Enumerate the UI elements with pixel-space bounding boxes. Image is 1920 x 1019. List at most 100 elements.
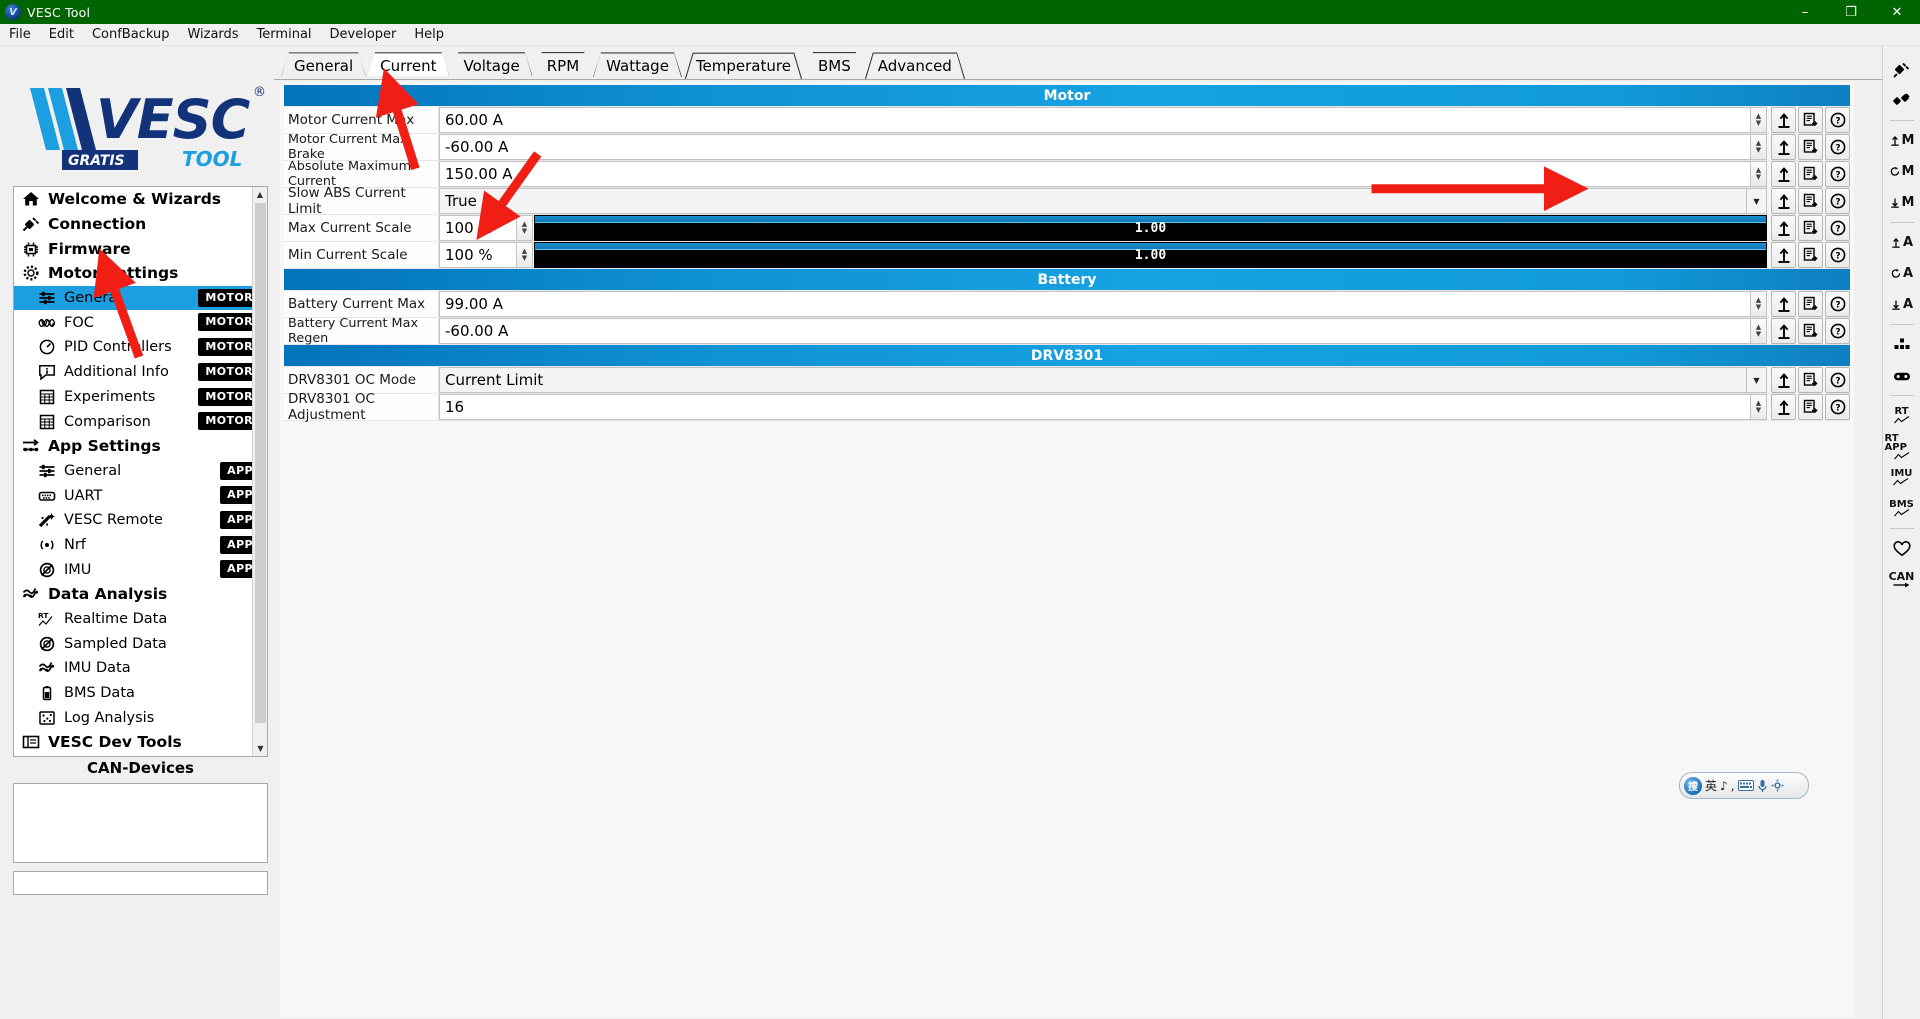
- toolbar-read-motor-config[interactable]: M: [1885, 187, 1919, 218]
- close-button[interactable]: ✕: [1874, 0, 1920, 24]
- sidebar-item-realtime-data[interactable]: RTRealtime Data: [14, 607, 267, 632]
- vertical-toolbar[interactable]: MMMAAARTRT APPIMUBMSCAN: [1882, 46, 1920, 1019]
- toolbar-write-app-config[interactable]: A: [1885, 227, 1919, 258]
- ime-punct-icon[interactable]: ,: [1731, 779, 1735, 793]
- sidebar-item-foc[interactable]: FOCMOTOR: [14, 310, 267, 335]
- spinner-buttons[interactable]: ▲▼: [517, 242, 533, 268]
- read-button[interactable]: [1798, 215, 1823, 241]
- parameter-input[interactable]: 16: [439, 394, 1751, 420]
- parameter-slider[interactable]: 1.00: [534, 242, 1767, 268]
- sidebar-item-comparison[interactable]: ComparisonMOTOR: [14, 409, 267, 434]
- spinner-down-icon[interactable]: ▼: [522, 228, 527, 235]
- ime-settings-gear-icon[interactable]: [1771, 779, 1784, 792]
- spinner-down-icon[interactable]: ▼: [1756, 407, 1761, 414]
- ime-keyboard-icon[interactable]: [1738, 780, 1754, 791]
- toolbar-realtime-app-data[interactable]: RT APP: [1885, 431, 1919, 462]
- nav-scroll-down-arrow[interactable]: ▼: [253, 741, 268, 756]
- spinner-down-icon[interactable]: ▼: [522, 255, 527, 262]
- parameter-input[interactable]: 60.00 A: [439, 107, 1751, 133]
- sidebar-item-vesc-remote[interactable]: VESC RemoteAPP: [14, 508, 267, 533]
- spinner-buttons[interactable]: ▲▼: [1751, 161, 1767, 187]
- sidebar-item-experiments[interactable]: ExperimentsMOTOR: [14, 385, 267, 410]
- spinner-buttons[interactable]: ▲▼: [1751, 394, 1767, 420]
- chevron-down-icon[interactable]: ▼: [1747, 367, 1767, 393]
- toolbar-connect[interactable]: [1885, 54, 1919, 85]
- help-button[interactable]: ?: [1825, 291, 1850, 317]
- tab-bms[interactable]: BMS: [804, 52, 865, 80]
- sidebar-item-additional-info[interactable]: Additional InfoMOTOR: [14, 360, 267, 385]
- navigation-tree[interactable]: Welcome & WizardsConnectionFirmwareMotor…: [13, 186, 268, 757]
- sidebar-item-imu[interactable]: IMUAPP: [14, 557, 267, 582]
- spinner-buttons[interactable]: ▲▼: [1751, 134, 1767, 160]
- parameter-input[interactable]: -60.00 A: [439, 134, 1751, 160]
- upload-button[interactable]: [1771, 107, 1796, 133]
- toolbar-disconnect[interactable]: [1885, 85, 1919, 116]
- menu-developer[interactable]: Developer: [321, 25, 406, 44]
- sidebar-item-general[interactable]: GeneralMOTOR: [14, 286, 267, 311]
- ime-music-icon[interactable]: ♪: [1720, 779, 1728, 793]
- spinner-buttons[interactable]: ▲▼: [1751, 318, 1767, 344]
- read-button[interactable]: [1798, 291, 1823, 317]
- parameter-input[interactable]: 100 %: [439, 215, 517, 241]
- minimize-button[interactable]: –: [1782, 0, 1828, 24]
- tab-rpm[interactable]: RPM: [533, 52, 593, 80]
- upload-button[interactable]: [1771, 161, 1796, 187]
- can-devices-list[interactable]: [13, 783, 268, 863]
- parameter-input[interactable]: 100 %: [439, 242, 517, 268]
- spinner-buttons[interactable]: ▲▼: [1751, 291, 1767, 317]
- toolbar-imu-data[interactable]: IMU: [1885, 462, 1919, 493]
- parameter-input[interactable]: 150.00 A: [439, 161, 1751, 187]
- sidebar-item-connection[interactable]: Connection: [14, 212, 267, 237]
- sidebar-item-general[interactable]: GeneralAPP: [14, 459, 267, 484]
- help-button[interactable]: ?: [1825, 107, 1850, 133]
- nav-scroll-up-arrow[interactable]: ▲: [253, 187, 267, 202]
- help-button[interactable]: ?: [1825, 215, 1850, 241]
- tab-voltage[interactable]: Voltage: [449, 52, 533, 80]
- sidebar-item-imu-data[interactable]: IMU Data: [14, 656, 267, 681]
- toolbar-realtime-data[interactable]: RT: [1885, 400, 1919, 431]
- upload-button[interactable]: [1771, 242, 1796, 268]
- spinner-down-icon[interactable]: ▼: [1756, 174, 1761, 181]
- tab-bar[interactable]: GeneralCurrentVoltageRPMWattageTemperatu…: [280, 48, 965, 80]
- parameter-select[interactable]: True: [439, 188, 1747, 214]
- menu-confbackup[interactable]: ConfBackup: [83, 25, 179, 44]
- sidebar-item-bms-data[interactable]: BMS Data: [14, 681, 267, 706]
- menu-help[interactable]: Help: [405, 25, 453, 44]
- ime-microphone-icon[interactable]: [1757, 779, 1768, 793]
- nav-scrollbar[interactable]: ▲ ▼: [252, 187, 267, 756]
- maximize-button[interactable]: ❐: [1828, 0, 1874, 24]
- spinner-down-icon[interactable]: ▼: [1756, 147, 1761, 154]
- toolbar-heartbeat[interactable]: [1885, 533, 1919, 564]
- read-button[interactable]: [1798, 394, 1823, 420]
- upload-button[interactable]: [1771, 367, 1796, 393]
- read-button[interactable]: [1798, 242, 1823, 268]
- tab-current[interactable]: Current: [366, 52, 450, 80]
- read-button[interactable]: [1798, 134, 1823, 160]
- spinner-down-icon[interactable]: ▼: [1756, 120, 1761, 127]
- upload-button[interactable]: [1771, 291, 1796, 317]
- upload-button[interactable]: [1771, 134, 1796, 160]
- menu-wizards[interactable]: Wizards: [178, 25, 247, 44]
- ime-lang-label[interactable]: 英: [1705, 777, 1717, 794]
- toolbar-can-forward[interactable]: CAN: [1885, 564, 1919, 595]
- toolbar-reboot-motor-config[interactable]: M: [1885, 156, 1919, 187]
- sidebar-item-motor-settings[interactable]: Motor Settings: [14, 261, 267, 286]
- tab-advanced[interactable]: Advanced: [864, 52, 966, 80]
- sidebar-item-firmware[interactable]: Firmware: [14, 236, 267, 261]
- sidebar-item-data-analysis[interactable]: Data Analysis: [14, 582, 267, 607]
- parameter-select[interactable]: Current Limit: [439, 367, 1747, 393]
- tab-wattage[interactable]: Wattage: [592, 52, 683, 80]
- ime-language-bar[interactable]: 搜 英 ♪ ,: [1679, 772, 1809, 799]
- menu-terminal[interactable]: Terminal: [248, 25, 321, 44]
- nav-scrollbar-thumb[interactable]: [255, 203, 266, 723]
- help-button[interactable]: ?: [1825, 318, 1850, 344]
- upload-button[interactable]: [1771, 394, 1796, 420]
- upload-button[interactable]: [1771, 318, 1796, 344]
- read-button[interactable]: [1798, 188, 1823, 214]
- help-button[interactable]: ?: [1825, 161, 1850, 187]
- help-button[interactable]: ?: [1825, 242, 1850, 268]
- help-button[interactable]: ?: [1825, 367, 1850, 393]
- toolbar-write-motor-config[interactable]: M: [1885, 125, 1919, 156]
- menu-file[interactable]: File: [0, 25, 40, 44]
- parameter-slider[interactable]: 1.00: [534, 215, 1767, 241]
